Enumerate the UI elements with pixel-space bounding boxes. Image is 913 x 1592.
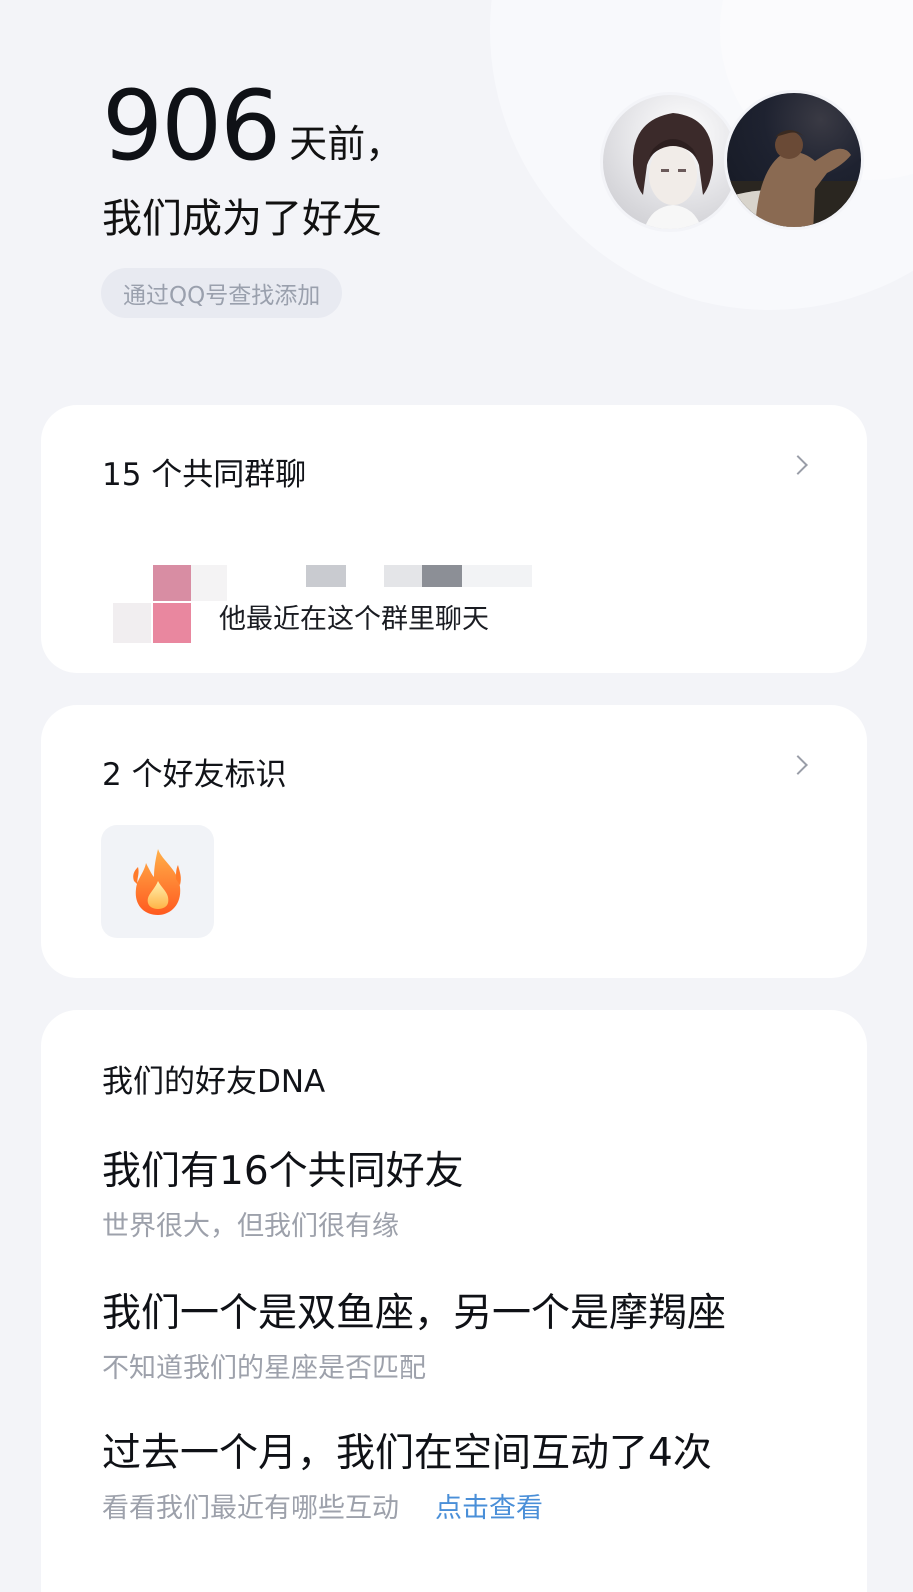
- zodiac-title: 我们一个是双鱼座，另一个是摩羯座: [102, 1291, 727, 1336]
- group-avatar-tile: [191, 565, 227, 601]
- friend-badges-title: 2 个好友标识: [102, 757, 287, 793]
- redacted-group-name: [306, 565, 346, 587]
- friend-badges-card[interactable]: 2 个好友标识: [41, 705, 867, 978]
- flame-icon: [132, 848, 181, 915]
- friend-badge-tile[interactable]: [101, 825, 214, 938]
- recent-chat-tip: 他最近在这个群里聊天: [219, 604, 489, 635]
- group-avatar-tile: [153, 565, 191, 601]
- group-avatar-tile: [153, 603, 191, 643]
- chevron-right-icon: [788, 755, 808, 775]
- my-avatar[interactable]: [600, 92, 740, 232]
- group-avatar-tile: [113, 603, 151, 643]
- zodiac-subtitle: 不知道我们的星座是否匹配: [102, 1353, 426, 1384]
- mutual-friends-title: 我们有16个共同好友: [102, 1149, 464, 1194]
- days-unit: 天前，: [289, 122, 404, 166]
- space-interaction-subtitle: 看看我们最近有哪些互动 点击查看: [102, 1486, 543, 1525]
- days-since-friends: 906 天前，: [102, 78, 403, 174]
- chevron-right-icon: [788, 455, 808, 475]
- photo-avatar-image: [727, 130, 861, 227]
- friend-dna-title: 我们的好友DNA: [102, 1064, 326, 1100]
- friend-avatar[interactable]: [724, 90, 864, 230]
- view-interactions-link[interactable]: 点击查看: [435, 1493, 543, 1524]
- common-groups-title: 15 个共同群聊: [102, 457, 307, 493]
- became-friends-text: 我们成为了好友: [102, 196, 382, 242]
- mutual-friends-subtitle: 世界很大，但我们很有缘: [102, 1211, 399, 1242]
- redacted-group-name: [384, 565, 424, 587]
- space-interaction-subtitle-text: 看看我们最近有哪些互动: [102, 1493, 399, 1524]
- days-count: 906: [102, 70, 281, 182]
- space-interaction-title: 过去一个月，我们在空间互动了4次: [102, 1431, 712, 1476]
- group-avatar: [113, 543, 228, 643]
- friend-relationship-page: 906 天前， 我们成为了好友 通过QQ号查找添加 15 个共同群聊 他最近在这…: [0, 0, 913, 1592]
- anime-avatar-image: [632, 113, 714, 229]
- common-groups-card[interactable]: 15 个共同群聊 他最近在这个群里聊天: [41, 405, 867, 673]
- redacted-group-name: [422, 565, 462, 587]
- friend-dna-card: 我们的好友DNA 我们有16个共同好友 世界很大，但我们很有缘 我们一个是双鱼座…: [41, 1010, 867, 1592]
- redacted-group-name: [462, 565, 532, 587]
- add-source-badge: 通过QQ号查找添加: [101, 268, 343, 318]
